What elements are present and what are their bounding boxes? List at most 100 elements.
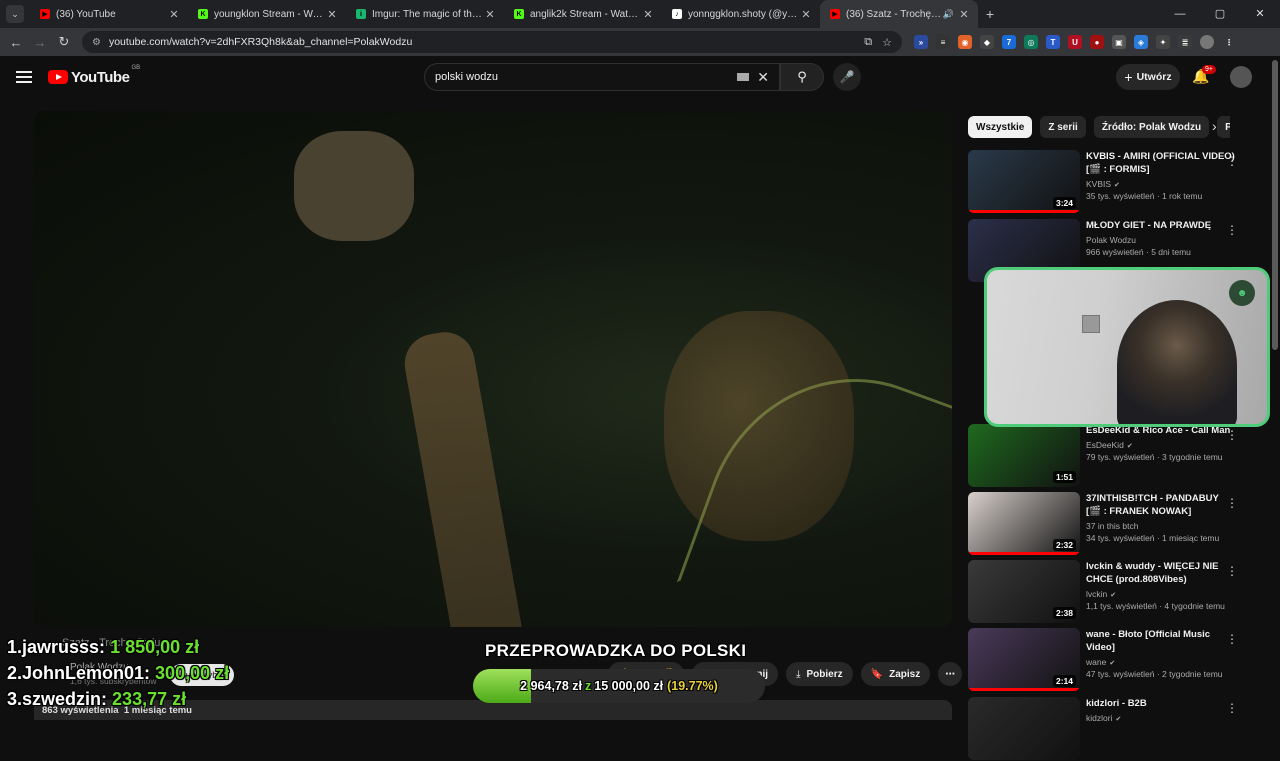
recommended-video[interactable]: 2:38 lvckin & wuddy - WIĘCEJ NIE CHCE (p… (968, 560, 1268, 624)
tab-close-icon[interactable]: ✕ (958, 8, 970, 21)
video-frame-hand (294, 131, 414, 241)
filter-chip[interactable]: Powiązane (1217, 116, 1230, 138)
extension-icon[interactable]: » (914, 35, 928, 49)
video-thumbnail[interactable]: 1:51 (968, 424, 1080, 487)
browser-tab[interactable]: ▶ (36) YouTube ✕ (30, 0, 188, 28)
save-button[interactable]: 🔖 Zapisz (860, 662, 931, 686)
recommended-video[interactable]: 2:32 37INTHISB!TCH - PANDABUY [🎬 : FRANE… (968, 492, 1268, 556)
video-channel[interactable]: Polak Wodzu (1086, 235, 1236, 245)
more-options-icon[interactable]: ⋮ (1226, 564, 1238, 578)
voice-search-button[interactable]: 🎤 (833, 63, 861, 91)
video-meta: 1,1 tys. wyświetleń · 4 tygodnie temu (1086, 601, 1225, 611)
channel-label: KVBIS (1086, 179, 1112, 189)
page-scrollbar[interactable] (1272, 60, 1278, 350)
minimize-button[interactable]: — (1160, 0, 1200, 28)
menu-icon[interactable] (16, 71, 32, 83)
search-input[interactable]: polski wodzu ✕ (424, 63, 780, 91)
video-thumbnail[interactable]: 2:32 (968, 492, 1080, 555)
video-channel[interactable]: EsDeeKid ✔ (1086, 440, 1236, 450)
address-bar[interactable]: ⚙ youtube.com/watch?v=2dhFXR3Qh8k&ab_cha… (82, 31, 902, 53)
extension-icon[interactable]: ◆ (980, 35, 994, 49)
create-button[interactable]: + Utwórz (1116, 64, 1180, 90)
tab-close-icon[interactable]: ✕ (800, 8, 812, 21)
new-tab-button[interactable]: + (978, 6, 1002, 22)
video-title[interactable]: kidzlori - B2B (1086, 697, 1236, 710)
extension-icon[interactable]: ◎ (1024, 35, 1038, 49)
extension-icon[interactable]: 7 (1002, 35, 1016, 49)
tab-close-icon[interactable]: ✕ (484, 8, 496, 21)
recommended-video[interactable]: 1:51 EsDeeKid & Rico Ace - Call Man EsDe… (968, 424, 1268, 488)
video-player[interactable] (34, 111, 952, 627)
video-thumbnail[interactable] (968, 697, 1080, 760)
puzzle-icon[interactable]: ✦ (1156, 35, 1170, 49)
extension-icon[interactable]: ◈ (1134, 35, 1148, 49)
forward-button[interactable]: → (28, 35, 52, 50)
video-thumbnail[interactable]: 2:14 (968, 628, 1080, 691)
recommended-video[interactable]: 2:14 wane - Błoto [Official Music Video]… (968, 628, 1268, 692)
download-button[interactable]: ⤓ Pobierz (786, 662, 853, 686)
video-title[interactable]: 37INTHISB!TCH - PANDABUY [🎬 : FRANEK NOW… (1086, 492, 1236, 518)
recommended-video[interactable]: 3:24 KVBIS - AMIRI (OFFICIAL VIDEO) [🎬 :… (968, 150, 1268, 214)
more-options-icon[interactable]: ⋮ (1226, 223, 1238, 237)
tab-close-icon[interactable]: ✕ (168, 8, 180, 21)
more-options-icon[interactable]: ⋮ (1226, 154, 1238, 168)
keyboard-icon[interactable] (737, 73, 750, 81)
cast-icon[interactable]: ⧉ (864, 36, 872, 49)
profile-icon[interactable] (1200, 35, 1214, 49)
tab-close-icon[interactable]: ✕ (642, 8, 654, 21)
browser-tab[interactable]: K youngklon Stream - Watch Live ✕ (188, 0, 346, 28)
video-title[interactable]: wane - Błoto [Official Music Video] (1086, 628, 1236, 654)
video-title[interactable]: lvckin & wuddy - WIĘCEJ NIE CHCE (prod.8… (1086, 560, 1236, 586)
video-channel[interactable]: KVBIS ✔ (1086, 179, 1236, 189)
video-channel[interactable]: wane ✔ (1086, 657, 1236, 667)
search-button[interactable]: ⚲ (780, 63, 824, 91)
tab-close-icon[interactable]: ✕ (326, 8, 338, 21)
extension-icon[interactable]: ● (1090, 35, 1104, 49)
reading-list-icon[interactable]: ≣ (1178, 35, 1192, 49)
tab-title: youngklon Stream - Watch Live (214, 8, 326, 20)
video-title[interactable]: MŁODY GIET - NA PRAWDĘ (1086, 219, 1236, 232)
bookmark-star-icon[interactable]: ☆ (882, 36, 892, 49)
menu-dots-icon[interactable]: ⋮ (1222, 35, 1236, 49)
more-options-icon[interactable]: ⋮ (1226, 496, 1238, 510)
more-options-icon[interactable]: ⋮ (1226, 701, 1238, 715)
tab-title: Imgur: The magic of the Internet (372, 8, 484, 20)
browser-tab[interactable]: ▶ (36) Szatz - Trochę Stylu - YouTube 🔊 … (820, 0, 978, 28)
recommended-video[interactable]: kidzlori - B2B kidzlori ✔ ⋮ (968, 697, 1268, 761)
account-avatar[interactable] (1230, 66, 1252, 88)
filter-chip[interactable]: Źródło: Polak Wodzu (1093, 116, 1210, 138)
audio-playing-icon[interactable]: 🔊 (943, 9, 954, 20)
wall-picture (1082, 315, 1100, 333)
extension-icon[interactable]: T (1046, 35, 1060, 49)
youtube-logo[interactable]: YouTube GB (48, 65, 140, 86)
close-window-button[interactable]: ✕ (1240, 0, 1280, 28)
video-channel[interactable]: lvckin ✔ (1086, 589, 1236, 599)
channel-label: lvckin (1086, 589, 1108, 599)
more-options-icon[interactable]: ⋮ (1226, 428, 1238, 442)
donation-goal-title: PRZEPROWADZKA DO POLSKI (485, 641, 747, 660)
browser-tab[interactable]: ♪ yonnggklon.shoty (@yonnggklon) ✕ (662, 0, 820, 28)
browser-tab[interactable]: i Imgur: The magic of the Internet ✕ (346, 0, 504, 28)
video-thumbnail[interactable]: 2:38 (968, 560, 1080, 623)
video-thumbnail[interactable]: 3:24 (968, 150, 1080, 213)
reload-button[interactable]: ↻ (52, 34, 76, 50)
site-info-icon[interactable]: ⚙ (92, 37, 101, 48)
maximize-button[interactable]: ▢ (1200, 0, 1240, 28)
verified-icon: ✔ (1110, 592, 1117, 599)
video-title[interactable]: KVBIS - AMIRI (OFFICIAL VIDEO) [🎬 : FORM… (1086, 150, 1236, 176)
extension-icon[interactable]: ▣ (1112, 35, 1126, 49)
back-button[interactable]: ← (4, 35, 28, 50)
extension-icon[interactable]: ◉ (958, 35, 972, 49)
video-channel[interactable]: 37 in this btch (1086, 521, 1236, 531)
chevron-right-icon[interactable]: › (1212, 118, 1217, 134)
filter-chip[interactable]: Wszystkie (968, 116, 1033, 138)
more-options-icon[interactable]: ⋮ (1226, 632, 1238, 646)
filter-chip[interactable]: Z serii (1040, 116, 1086, 138)
extension-icon[interactable]: ≡ (936, 35, 950, 49)
ublock-icon[interactable]: U (1068, 35, 1082, 49)
more-actions-button[interactable]: ⋯ (938, 662, 963, 686)
video-channel[interactable]: kidzlori ✔ (1086, 713, 1236, 723)
tab-search-button[interactable]: ⌄ (6, 5, 24, 23)
clear-search-icon[interactable]: ✕ (757, 69, 769, 86)
browser-tab[interactable]: K anglik2k Stream - Watch Live o ✕ (504, 0, 662, 28)
